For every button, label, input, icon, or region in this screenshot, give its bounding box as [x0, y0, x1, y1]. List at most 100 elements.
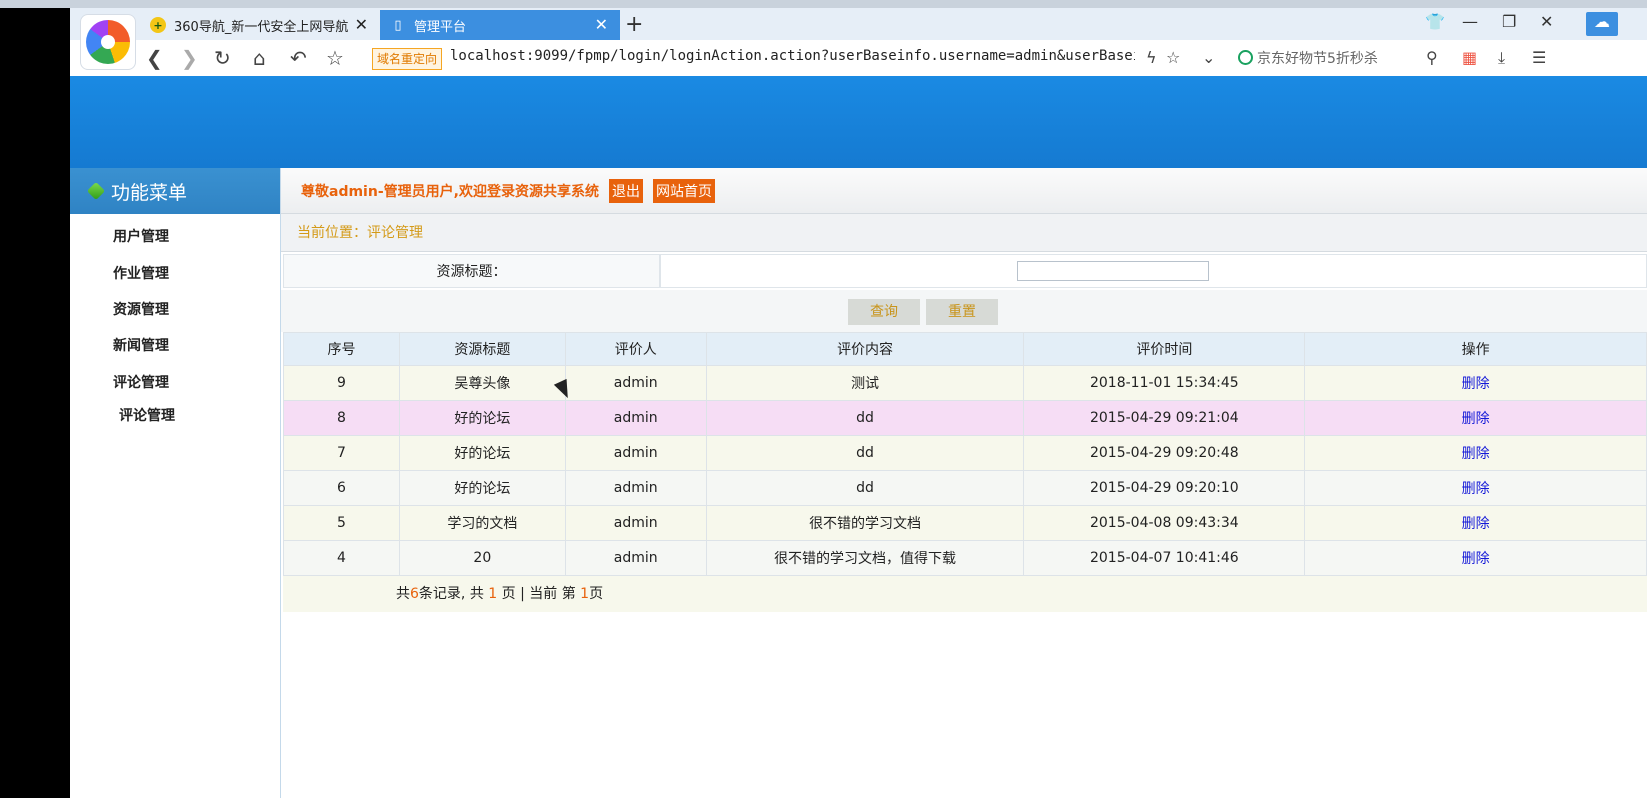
- table-row: 9 吴尊头像 admin 测试 2018-11-01 15:34:45 删除: [283, 365, 1647, 401]
- delete-link[interactable]: 删除: [1462, 411, 1490, 427]
- delete-link[interactable]: 删除: [1462, 516, 1490, 532]
- cell-action: 删除: [1304, 505, 1647, 541]
- cell-time: 2015-04-29 09:21:04: [1023, 400, 1306, 436]
- sidebar-item-resources[interactable]: 资源管理: [113, 299, 169, 319]
- chevron-down-icon[interactable]: ⌄: [1202, 48, 1215, 67]
- desktop-top-strip: [0, 0, 1647, 8]
- welcome-bar: 尊敬admin-管理员用户,欢迎登录资源共享系统 退出 网站首页: [281, 168, 1647, 214]
- site-banner: [70, 76, 1647, 168]
- browser-window: + 360导航_新一代安全上网导航 ✕ ▯ 管理平台 ✕ + 👕 — ❐ ✕ ☁…: [70, 8, 1647, 798]
- 360-safe-icon: +: [150, 17, 166, 33]
- sidebar-subitem-comments[interactable]: 评论管理: [119, 405, 175, 425]
- sidebar-item-homework[interactable]: 作业管理: [113, 263, 169, 283]
- pager-suffix: 页: [589, 586, 604, 602]
- skin-icon[interactable]: 👕: [1425, 12, 1445, 31]
- pagination-text: 共6条记录, 共 1 页 | 当前 第 1页: [396, 576, 603, 612]
- minimize-icon[interactable]: —: [1462, 12, 1478, 31]
- close-icon[interactable]: ✕: [355, 15, 368, 34]
- page-icon: ▯: [394, 17, 402, 33]
- cell-content: 测试: [705, 365, 1025, 401]
- tab-bar: + 360导航_新一代安全上网导航 ✕ ▯ 管理平台 ✕ + 👕 — ❐ ✕ ☁: [70, 8, 1647, 40]
- tab-admin-platform[interactable]: ▯ 管理平台 ✕: [380, 10, 620, 40]
- apps-icon[interactable]: ▦: [1462, 48, 1477, 67]
- cell-content: 很不错的学习文档: [705, 505, 1025, 541]
- download-icon[interactable]: ⤓: [1498, 48, 1505, 68]
- resource-title-input[interactable]: [1017, 261, 1209, 281]
- cell-title: 好的论坛: [398, 470, 566, 506]
- cell-time: 2015-04-07 10:41:46: [1023, 540, 1306, 576]
- resource-title-cell: [660, 254, 1647, 288]
- cell-id: 6: [283, 470, 400, 506]
- cell-action: 删除: [1304, 540, 1647, 576]
- cell-time: 2015-04-29 09:20:48: [1023, 435, 1306, 471]
- delete-link[interactable]: 删除: [1462, 446, 1490, 462]
- cell-action: 删除: [1304, 400, 1647, 436]
- cell-title: 学习的文档: [398, 505, 566, 541]
- cell-title: 吴尊头像: [398, 365, 566, 401]
- cell-id: 4: [283, 540, 400, 576]
- forward-icon[interactable]: ❯: [181, 46, 198, 70]
- browser-logo[interactable]: [80, 14, 136, 70]
- sidebar: 功能菜单 用户管理 作业管理 资源管理 新闻管理 评论管理 评论管理: [70, 168, 281, 798]
- bookmark-star-icon[interactable]: ☆: [1166, 48, 1180, 67]
- action-row: 查询 重置: [281, 290, 1647, 332]
- cell-user: admin: [564, 470, 707, 506]
- search-hint: 京东好物节5折秒杀: [1257, 51, 1378, 67]
- cell-content: 很不错的学习文档，值得下载: [705, 540, 1025, 576]
- sidebar-item-users[interactable]: 用户管理: [113, 226, 169, 246]
- lightning-icon[interactable]: ϟ: [1146, 48, 1157, 67]
- desktop-left-bar: [0, 8, 70, 798]
- close-window-icon[interactable]: ✕: [1540, 12, 1553, 31]
- table-row: 4 20 admin 很不错的学习文档，值得下载 2015-04-07 10:4…: [283, 540, 1647, 576]
- reset-button[interactable]: 重置: [926, 299, 998, 325]
- menu-icon[interactable]: ☰: [1532, 48, 1546, 67]
- cell-id: 8: [283, 400, 400, 436]
- delete-link[interactable]: 删除: [1462, 376, 1490, 392]
- logout-button[interactable]: 退出: [608, 178, 643, 203]
- cell-time: 2015-04-08 09:43:34: [1023, 505, 1306, 541]
- filter-row: 资源标题：: [281, 252, 1647, 291]
- comments-table: 序号 资源标题 评价人 评价内容 评价时间 操作 9 吴尊头像 admin 测试…: [283, 332, 1647, 576]
- cell-id: 9: [283, 365, 400, 401]
- undo-icon[interactable]: ↶: [290, 46, 307, 70]
- new-tab-icon[interactable]: +: [625, 12, 643, 37]
- back-icon[interactable]: ❮: [146, 46, 163, 70]
- cell-title: 20: [398, 540, 566, 576]
- cell-user: admin: [564, 435, 707, 471]
- sidebar-item-comments[interactable]: 评论管理: [113, 372, 169, 392]
- resource-title-label: 资源标题：: [283, 254, 660, 288]
- breadcrumb: 当前位置：评论管理: [281, 214, 1647, 252]
- redirect-badge[interactable]: 域名重定向: [372, 48, 443, 70]
- col-header-title: 资源标题: [398, 332, 566, 366]
- star-icon[interactable]: ☆: [326, 46, 344, 70]
- search-engine-icon: [1238, 50, 1253, 65]
- cell-action: 删除: [1304, 470, 1647, 506]
- cloud-icon[interactable]: ☁: [1586, 12, 1618, 36]
- tab-360-nav[interactable]: + 360导航_新一代安全上网导航 ✕: [140, 10, 380, 40]
- close-icon[interactable]: ✕: [595, 15, 608, 34]
- cell-id: 7: [283, 435, 400, 471]
- sidebar-header: 功能菜单: [70, 168, 280, 214]
- query-button[interactable]: 查询: [848, 299, 920, 325]
- sidebar-item-news[interactable]: 新闻管理: [113, 335, 169, 355]
- col-header-user: 评价人: [564, 332, 707, 366]
- search-box[interactable]: 京东好物节5折秒杀: [1238, 48, 1378, 68]
- cell-time: 2018-11-01 15:34:45: [1023, 365, 1306, 401]
- home-page-button[interactable]: 网站首页: [652, 178, 715, 203]
- table-row: 6 好的论坛 admin dd 2015-04-29 09:20:10 删除: [283, 470, 1647, 506]
- delete-link[interactable]: 删除: [1462, 551, 1490, 567]
- pager-mid2: 页 | 当前 第: [497, 586, 581, 602]
- url-field[interactable]: localhost:9099/fpmp/login/loginAction.ac…: [450, 48, 1135, 64]
- restore-icon[interactable]: ❐: [1502, 12, 1516, 31]
- cell-title: 好的论坛: [398, 435, 566, 471]
- sidebar-title: 功能菜单: [111, 181, 188, 204]
- cell-content: dd: [705, 435, 1025, 471]
- reload-icon[interactable]: ↻: [214, 46, 231, 70]
- col-header-action: 操作: [1304, 332, 1647, 366]
- pager-mid1: 条记录, 共: [418, 586, 489, 602]
- cell-user: admin: [564, 505, 707, 541]
- home-icon[interactable]: ⌂: [253, 46, 266, 70]
- delete-link[interactable]: 删除: [1462, 481, 1490, 497]
- cell-content: dd: [705, 400, 1025, 436]
- search-icon[interactable]: ⚲: [1426, 48, 1438, 67]
